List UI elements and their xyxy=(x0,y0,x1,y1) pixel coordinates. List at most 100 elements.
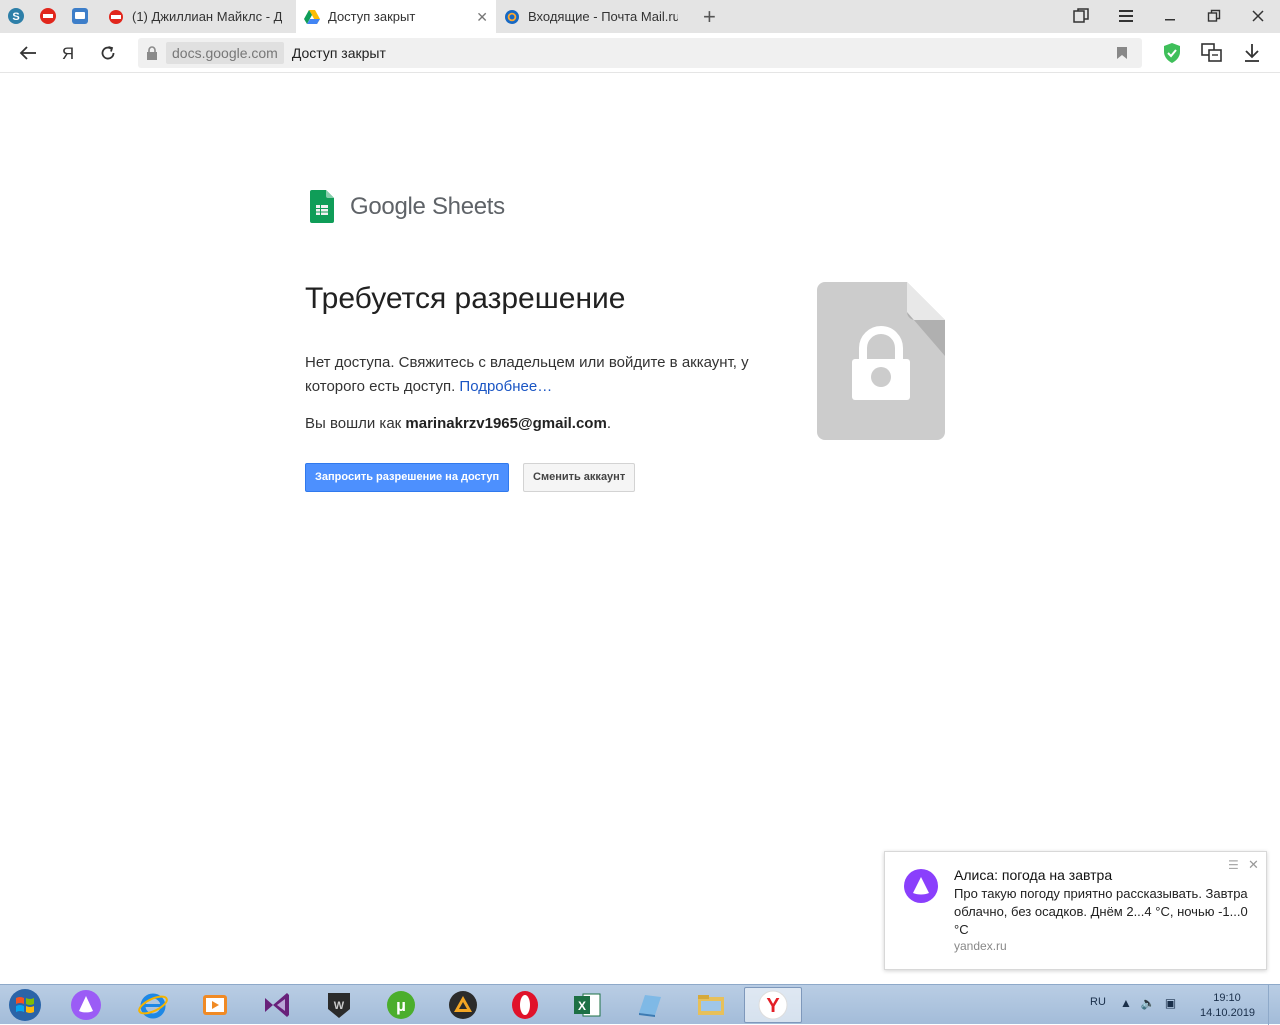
mail-ru-icon xyxy=(505,9,519,24)
alice-icon xyxy=(904,869,938,908)
youtube-icon xyxy=(40,8,56,24)
taskbar-utorrent[interactable]: µ xyxy=(372,987,430,1023)
google-sheets-brand: Google Sheets xyxy=(310,190,505,223)
taskbar-alice[interactable] xyxy=(57,987,115,1023)
shield-icon xyxy=(1164,43,1180,63)
clock-date: 14.10.2019 xyxy=(1200,1007,1256,1019)
svg-text:µ: µ xyxy=(396,996,406,1015)
show-desktop-button[interactable] xyxy=(1268,985,1280,1025)
start-button[interactable] xyxy=(6,987,44,1023)
learn-more-link[interactable]: Подробнее… xyxy=(459,378,552,395)
translate-icon xyxy=(1201,43,1222,62)
restore-button[interactable] xyxy=(1202,5,1226,27)
aimp-icon xyxy=(449,991,477,1019)
back-button[interactable] xyxy=(16,41,40,65)
world-of-tanks-icon: W xyxy=(328,993,350,1018)
address-host: docs.google.com xyxy=(166,42,284,64)
utorrent-icon: µ xyxy=(387,991,415,1019)
protect-button[interactable] xyxy=(1160,41,1184,65)
keyboard-language[interactable]: RU xyxy=(1090,996,1106,1008)
taskbar-visual-studio[interactable] xyxy=(248,987,306,1023)
taskbar-internet-explorer[interactable] xyxy=(124,987,182,1023)
minimize-icon xyxy=(1165,19,1175,21)
visual-studio-icon xyxy=(265,993,289,1017)
system-tray: ▲ 🔈 ▣ xyxy=(1120,996,1176,1010)
svg-text:S: S xyxy=(12,11,19,23)
signed-in-email: marinakrzv1965@gmail.com xyxy=(405,415,607,432)
brand-name: Google Sheets xyxy=(350,192,505,220)
new-tab-button[interactable]: + xyxy=(703,4,716,30)
close-icon[interactable]: ✕ xyxy=(476,9,488,26)
arrow-left-icon xyxy=(19,46,36,60)
navigation-bar: Я docs.google.com Доступ закрыт xyxy=(0,33,1280,73)
translate-button[interactable] xyxy=(1200,41,1224,65)
excel-icon: X xyxy=(574,993,601,1017)
download-icon xyxy=(1245,44,1259,62)
locked-file-icon xyxy=(817,282,945,440)
notification-menu-icon[interactable]: ☰ xyxy=(1228,858,1239,872)
taskbar-excel[interactable]: X xyxy=(558,987,616,1023)
internet-explorer-icon xyxy=(138,993,168,1019)
lock-icon[interactable] xyxy=(138,46,166,60)
taskbar-explorer[interactable] xyxy=(682,987,740,1023)
notification-title: Алиса: погода на завтра xyxy=(954,867,1113,883)
svg-text:W: W xyxy=(334,1000,345,1012)
folder-icon xyxy=(698,995,724,1015)
tab-access-denied[interactable]: Доступ закрыт ✕ xyxy=(296,0,496,33)
taskbar-world-of-tanks[interactable]: W xyxy=(310,987,368,1023)
menu-button[interactable] xyxy=(1114,5,1138,27)
svg-text:Я: Я xyxy=(62,44,74,62)
alice-icon xyxy=(71,990,101,1020)
restore-icon xyxy=(1207,9,1221,22)
media-player-icon xyxy=(203,995,227,1015)
volume-icon[interactable]: 🔈 xyxy=(1141,996,1156,1010)
notification-source: yandex.ru xyxy=(954,939,1007,953)
tab-mail[interactable]: Входящие - Почта Mail.ru xyxy=(496,0,696,33)
bookmark-icon[interactable] xyxy=(1116,46,1128,65)
windows-logo-icon xyxy=(9,989,41,1021)
taskbar-yandex-browser[interactable]: Y xyxy=(744,987,802,1023)
taskbar-media-player[interactable] xyxy=(186,987,244,1023)
signed-in-line: Вы вошли как marinakrzv1965@gmail.com. xyxy=(305,415,611,432)
tab-title: (1) Джиллиан Майклс - Дж xyxy=(132,9,282,24)
yandex-browser-icon: Y xyxy=(758,990,788,1020)
reload-button[interactable] xyxy=(96,41,120,65)
close-window-button[interactable] xyxy=(1246,5,1270,27)
taskbar-notes[interactable] xyxy=(620,987,678,1023)
minimize-button[interactable] xyxy=(1158,5,1182,27)
address-bar[interactable]: docs.google.com Доступ закрыт xyxy=(138,38,1142,68)
yandex-sync-icon: S xyxy=(8,8,24,24)
opera-icon xyxy=(512,991,538,1019)
pinned-tab-youtube[interactable] xyxy=(36,5,60,27)
switch-account-button[interactable]: Сменить аккаунт xyxy=(523,463,636,492)
youtube-icon xyxy=(109,9,123,24)
clock-time: 19:10 xyxy=(1213,992,1241,1004)
show-hidden-icons-icon[interactable]: ▲ xyxy=(1120,996,1132,1010)
close-icon[interactable]: ✕ xyxy=(1248,857,1259,873)
yandex-logo-icon: Я xyxy=(62,44,74,62)
downloads-button[interactable] xyxy=(1240,41,1264,65)
tab-youtube[interactable]: (1) Джиллиан Майклс - Дж xyxy=(100,0,296,33)
pinned-tab-chat[interactable] xyxy=(68,5,92,27)
network-icon[interactable]: ▣ xyxy=(1165,996,1176,1010)
taskbar-aimp[interactable] xyxy=(434,987,492,1023)
access-message: Нет доступа. Свяжитесь с владельцем или … xyxy=(305,351,775,399)
yandex-home-button[interactable]: Я xyxy=(56,41,80,65)
close-icon xyxy=(1252,10,1264,22)
page-title: Требуется разрешение xyxy=(305,282,626,315)
google-sheets-icon xyxy=(310,190,334,223)
alice-notification[interactable]: Алиса: погода на завтра Про такую погоду… xyxy=(884,851,1267,970)
svg-text:Y: Y xyxy=(766,995,780,1017)
tab-title: Доступ закрыт xyxy=(328,9,416,24)
hamburger-menu-icon xyxy=(1119,10,1133,22)
clock[interactable]: 19:10 14.10.2019 xyxy=(1200,991,1256,1021)
pinned-tab-yandex[interactable]: S xyxy=(4,5,28,27)
chat-icon xyxy=(72,8,88,24)
request-access-button[interactable]: Запросить разрешение на доступ xyxy=(305,463,510,492)
taskbar-opera[interactable] xyxy=(496,987,554,1023)
signed-in-prefix: Вы вошли как xyxy=(305,415,402,432)
tab-strip: S (1) Джиллиан Майклс - Дж Доступ закрыт… xyxy=(0,0,1280,33)
tab-title: Входящие - Почта Mail.ru xyxy=(528,9,678,24)
notepad-icon xyxy=(639,995,661,1017)
tabs-panel-button[interactable] xyxy=(1069,5,1093,27)
